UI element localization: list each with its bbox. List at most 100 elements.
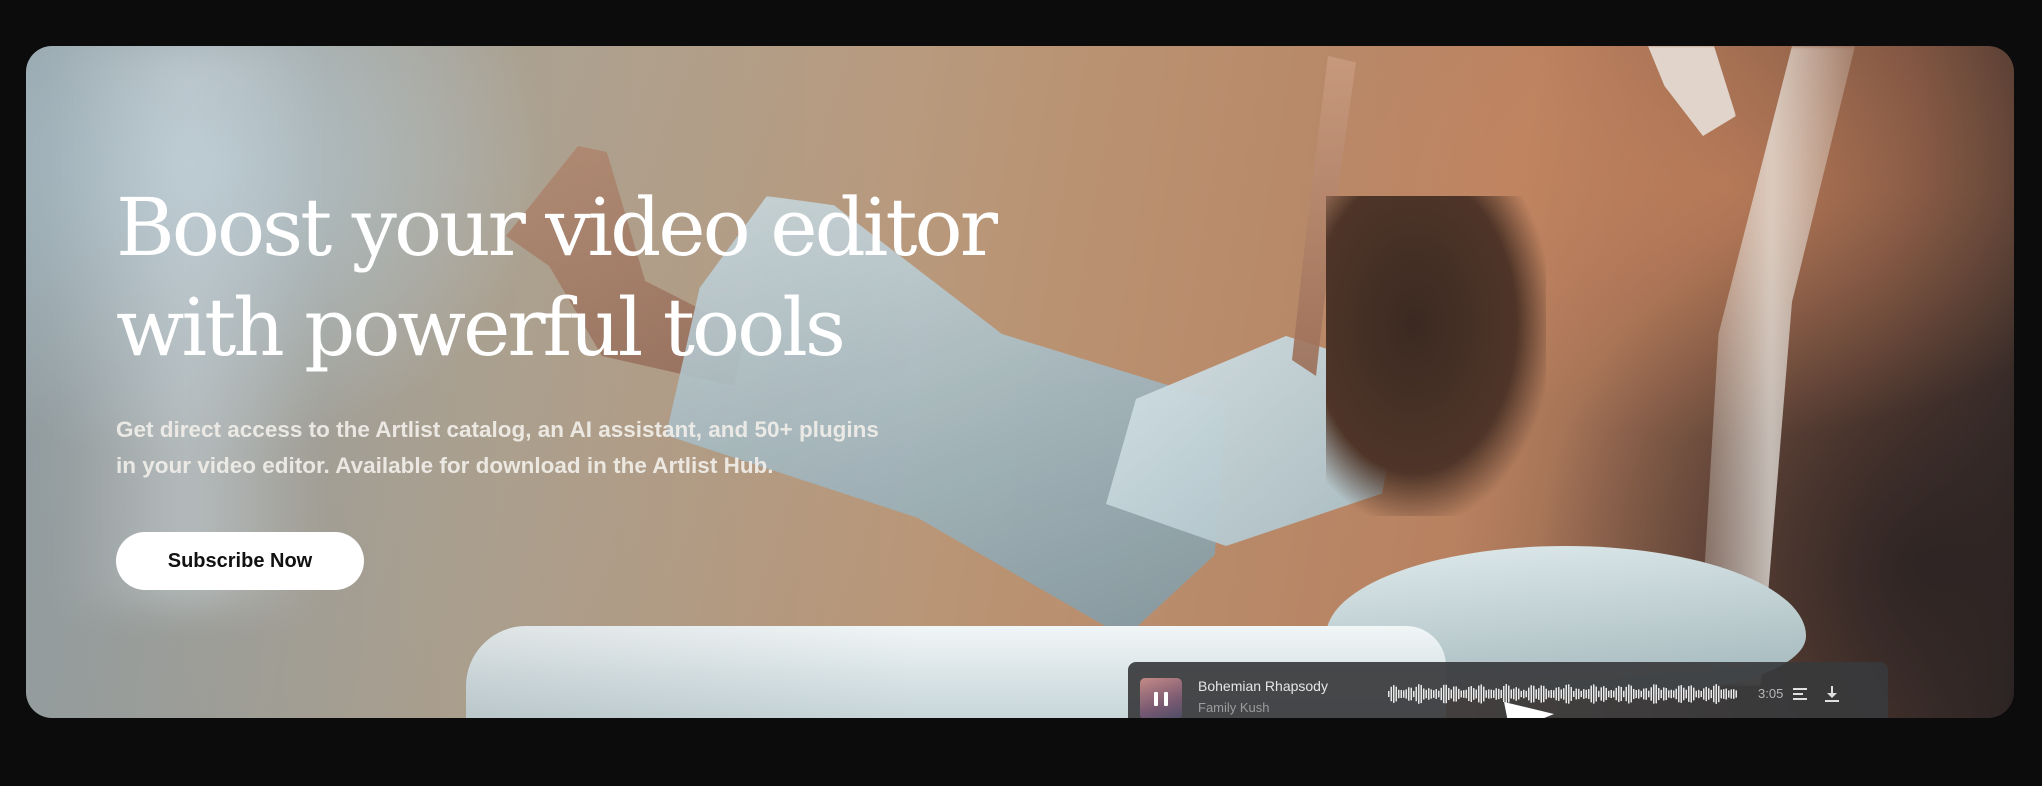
waveform-bar — [1653, 684, 1655, 704]
waveform-bar — [1713, 685, 1715, 703]
waveform-bar — [1583, 689, 1585, 699]
waveform-bar — [1498, 688, 1500, 700]
waveform-bar — [1473, 688, 1475, 700]
waveform-bar — [1535, 689, 1537, 699]
hero-description-line-1: Get direct access to the Artlist catalog… — [116, 417, 879, 442]
waveform-bar — [1478, 685, 1480, 703]
waveform-bar — [1513, 688, 1515, 700]
waveform-bar — [1560, 689, 1562, 699]
waveform-bar — [1558, 687, 1560, 701]
waveform-bar — [1390, 686, 1392, 702]
waveform-bar — [1503, 685, 1505, 703]
waveform-bar — [1403, 690, 1405, 698]
hero-headline-line-2: with powerful tools — [116, 281, 846, 374]
waveform-bar — [1660, 689, 1662, 699]
download-icon[interactable] — [1822, 684, 1842, 704]
waveform-bar — [1448, 687, 1450, 701]
waveform-bar — [1490, 689, 1492, 699]
waveform-bar — [1580, 690, 1582, 698]
hero-description-line-2: in your video editor. Available for down… — [116, 453, 774, 478]
hero-headline: Boost your video editor with powerful to… — [116, 178, 1016, 378]
waveform-bar — [1613, 690, 1615, 698]
waveform-bar — [1578, 688, 1580, 700]
waveform-bar — [1668, 690, 1670, 698]
waveform-bar — [1495, 688, 1497, 700]
waveform-bar — [1678, 685, 1680, 703]
waveform-bar — [1548, 690, 1550, 698]
hero-banner: Boost your video editor with powerful to… — [26, 46, 2014, 718]
waveform-bar — [1635, 690, 1637, 698]
waveform-bar — [1565, 684, 1567, 704]
waveform-bar — [1540, 685, 1542, 703]
waveform-bar — [1625, 686, 1627, 702]
waveform-bar — [1605, 687, 1607, 701]
waveform-bar — [1690, 685, 1692, 703]
waveform-bar — [1555, 687, 1557, 701]
music-player: Bohemian Rhapsody Family Kush 3:05 — [1128, 662, 1888, 718]
waveform-bar — [1638, 689, 1640, 699]
waveform-bar — [1393, 685, 1395, 703]
waveform-bar — [1720, 689, 1722, 699]
waveform-bar — [1520, 690, 1522, 698]
waveform-bar — [1600, 687, 1602, 701]
waveform-bar — [1663, 687, 1665, 701]
waveform-bar — [1730, 689, 1732, 699]
waveform-bar — [1608, 690, 1610, 698]
waveform-bar — [1425, 689, 1427, 699]
waveform-bar — [1470, 686, 1472, 703]
waveform-bar — [1475, 689, 1477, 699]
waveform-bar — [1545, 688, 1547, 700]
waveform-bar — [1585, 689, 1587, 699]
waveform-bar — [1595, 686, 1597, 702]
waveform-bar — [1415, 686, 1417, 702]
waveform-bar — [1703, 688, 1705, 700]
waveform-bar — [1718, 685, 1720, 703]
waveform-bar — [1575, 688, 1577, 700]
waveform-bar — [1708, 688, 1710, 700]
waveform-bar — [1630, 685, 1632, 703]
waveform-bar — [1423, 688, 1425, 700]
waveform-bar — [1443, 684, 1445, 704]
waveform-bar — [1450, 689, 1452, 699]
waveform-bar — [1543, 685, 1545, 703]
waveform-bar — [1695, 690, 1697, 698]
waveform-bar — [1715, 684, 1717, 704]
waveform-bar — [1570, 687, 1572, 701]
waveform-bar — [1398, 689, 1400, 699]
waveform-bar — [1485, 690, 1487, 698]
waveform-bar — [1593, 684, 1595, 704]
waveform-bar — [1510, 689, 1512, 699]
queue-icon[interactable] — [1790, 684, 1810, 704]
hero-description: Get direct access to the Artlist catalog… — [116, 412, 936, 484]
subscribe-now-button[interactable]: Subscribe Now — [116, 532, 364, 590]
waveform-bar — [1693, 687, 1695, 701]
waveform-bar — [1405, 689, 1407, 699]
waveform-bar — [1465, 689, 1467, 699]
waveform-bar — [1615, 687, 1617, 701]
track-title[interactable]: Bohemian Rhapsody — [1198, 678, 1328, 694]
pause-icon — [1154, 692, 1168, 706]
waveform-bar — [1618, 685, 1620, 703]
track-artist[interactable]: Family Kush — [1198, 700, 1270, 715]
waveform-bar — [1623, 690, 1625, 698]
waveform-bar — [1640, 690, 1642, 698]
waveform-bar — [1665, 687, 1667, 701]
waveform-bar — [1438, 690, 1440, 698]
waveform-bar — [1515, 687, 1517, 701]
waveform-bar — [1433, 690, 1435, 698]
waveform-bar — [1533, 685, 1535, 703]
waveform-bar — [1628, 684, 1630, 704]
waveform-bar — [1538, 688, 1540, 700]
waveform-bar — [1400, 689, 1402, 699]
waveform-bar — [1588, 689, 1590, 699]
waveform-bar — [1735, 690, 1737, 698]
waveform-bar — [1710, 689, 1712, 699]
waveform-bar — [1725, 688, 1727, 700]
waveform-bar — [1590, 685, 1592, 703]
track-thumbnail-play-pause-button[interactable] — [1140, 678, 1182, 718]
waveform-bar — [1700, 690, 1702, 698]
waveform-bar — [1645, 688, 1647, 700]
track-duration: 3:05 — [1758, 686, 1784, 701]
waveform-bar — [1408, 687, 1410, 701]
waveform-bar — [1650, 687, 1652, 701]
